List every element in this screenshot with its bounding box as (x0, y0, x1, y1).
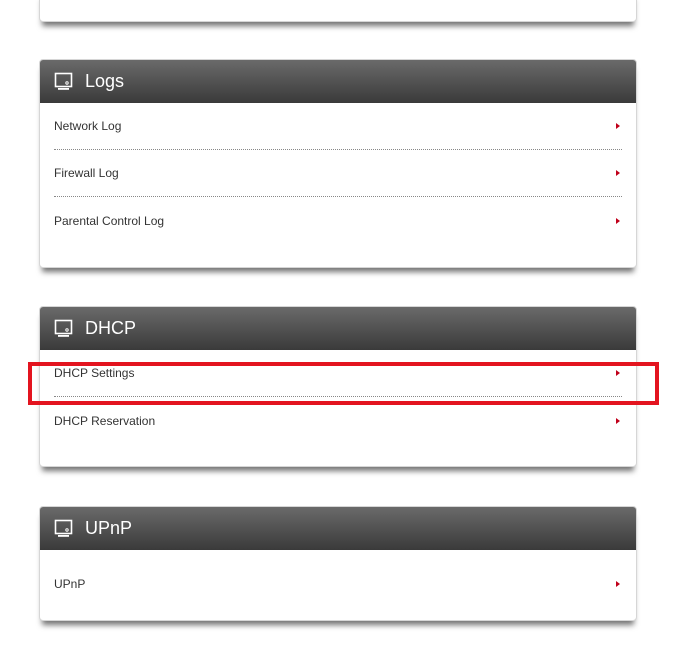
panel-title-upnp: UPnP (85, 518, 133, 538)
arrow-right-icon (616, 217, 620, 224)
arrow-right-icon (616, 580, 620, 587)
menu-item-upnp[interactable]: UPnP (54, 560, 622, 607)
panel-body-logs: Network Log Firewall Log Parental Contro… (40, 103, 636, 244)
menu-item-label: Network Log (54, 119, 122, 133)
panel-header-logs: Logs (40, 60, 636, 103)
menu-item-label: Parental Control Log (54, 213, 165, 228)
arrow-right-icon (616, 170, 620, 176)
panel-header-dhcp: DHCP (40, 307, 636, 350)
panel-title-logs: Logs (85, 71, 125, 91)
monitor-icon (54, 519, 73, 537)
menu-item-network-log[interactable]: Network Log (54, 103, 622, 150)
menu-item-label: DHCP Settings (54, 366, 135, 380)
panel-header-upnp: UPnP (40, 507, 636, 550)
menu-item-label: DHCP Reservation (54, 413, 156, 428)
menu-item-firewall-log[interactable]: Firewall Log (54, 150, 622, 197)
panel-partial-top (39, 0, 637, 22)
arrow-right-icon (616, 123, 620, 129)
menu-item-dhcp-settings[interactable]: DHCP Settings (54, 350, 622, 397)
monitor-icon (54, 72, 73, 90)
menu-item-label: Firewall Log (54, 166, 119, 180)
panel-dhcp: DHCP DHCP Settings DHCP Reservation (39, 306, 637, 467)
panel-body-upnp: UPnP (40, 550, 636, 607)
arrow-right-icon (616, 370, 620, 376)
menu-item-dhcp-reservation[interactable]: DHCP Reservation (54, 397, 622, 444)
panel-title-dhcp: DHCP (85, 318, 137, 338)
arrow-right-icon (616, 417, 620, 424)
monitor-icon (54, 319, 73, 337)
menu-item-label: UPnP (54, 576, 86, 591)
panel-body-dhcp: DHCP Settings DHCP Reservation (40, 350, 636, 444)
panel-upnp: UPnP UPnP (39, 506, 637, 621)
menu-item-parental-control-log[interactable]: Parental Control Log (54, 197, 622, 244)
panel-logs: Logs Network Log Firewall Log Parental C… (39, 59, 637, 268)
